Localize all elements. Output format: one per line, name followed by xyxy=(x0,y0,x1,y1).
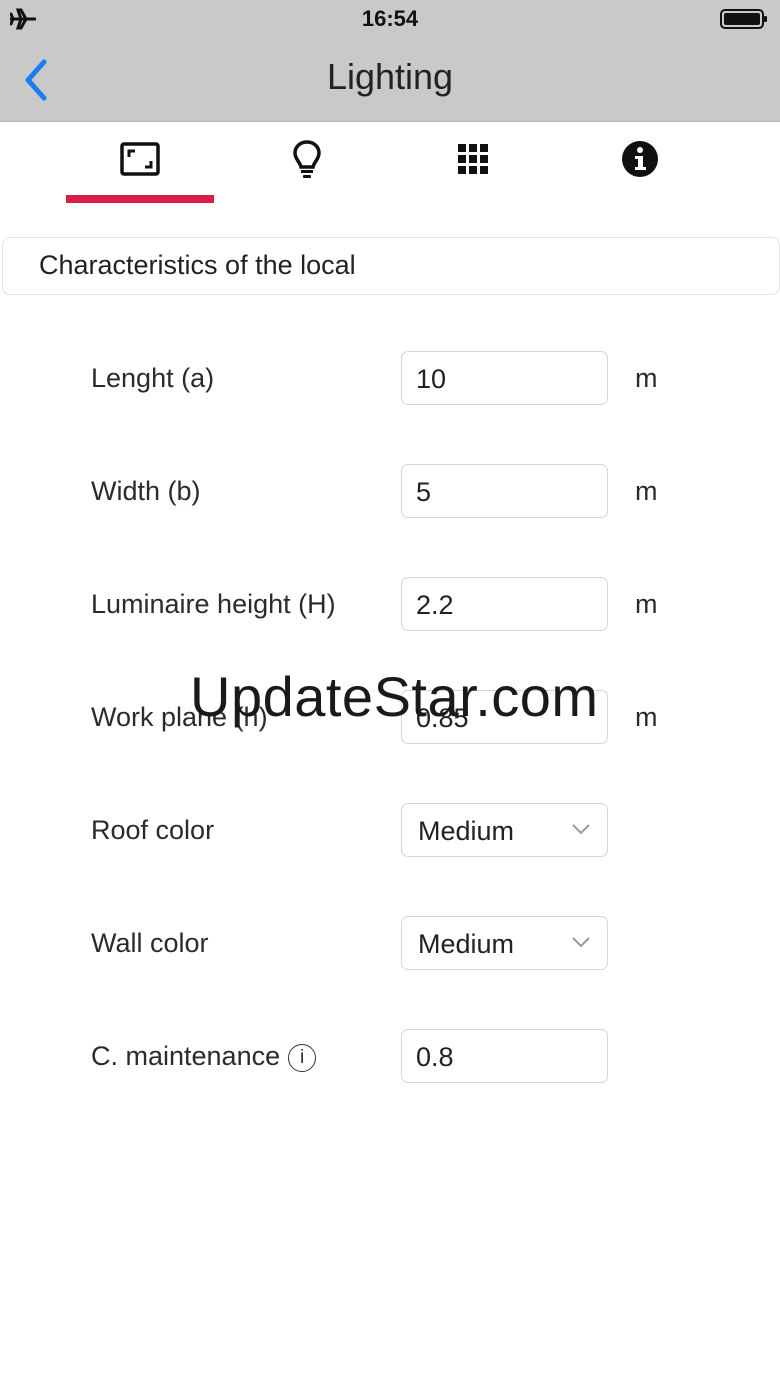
wall-color-select[interactable]: Medium xyxy=(401,916,608,970)
tab-luminaire[interactable] xyxy=(233,122,381,206)
width-value: 5 xyxy=(416,477,432,507)
tab-grid[interactable] xyxy=(399,122,547,206)
maintenance-info-icon[interactable]: i xyxy=(288,1043,317,1072)
length-input[interactable]: 10 xyxy=(401,351,608,405)
form-row-work-plane: Work plane (h) 0.85 m xyxy=(0,690,780,746)
battery-icon xyxy=(720,9,767,29)
form-row-width: Width (b) 5 m xyxy=(0,464,780,520)
work-plane-value: 0.85 xyxy=(416,703,469,733)
width-label: Width (b) xyxy=(91,476,201,506)
room-dimensions-icon xyxy=(120,142,160,176)
roof-color-select[interactable]: Medium xyxy=(401,803,608,857)
form-row-maintenance: C. maintenance i 0.8 xyxy=(0,1029,780,1085)
luminaire-height-value: 2.2 xyxy=(416,590,454,620)
form-row-luminaire-height: Luminaire height (H) 2.2 m xyxy=(0,577,780,633)
luminaire-height-unit: m xyxy=(635,589,658,619)
wall-color-value: Medium xyxy=(418,929,515,959)
navigation-bar: 16:54 Lighting xyxy=(0,0,780,122)
tab-room-dimensions[interactable] xyxy=(66,122,214,206)
maintenance-label: C. maintenance xyxy=(91,1041,281,1071)
section-header: Characteristics of the local xyxy=(2,237,780,295)
lightbulb-icon xyxy=(293,140,321,178)
wall-color-label: Wall color xyxy=(91,928,209,958)
roof-color-value: Medium xyxy=(418,816,515,846)
maintenance-label-group: C. maintenance i xyxy=(91,1041,317,1072)
roof-color-label: Roof color xyxy=(91,815,215,845)
grid-icon xyxy=(458,144,488,174)
info-icon xyxy=(622,141,658,177)
form-row-length: Lenght (a) 10 m xyxy=(0,351,780,407)
active-tab-indicator xyxy=(66,195,214,203)
maintenance-input[interactable]: 0.8 xyxy=(401,1029,608,1083)
luminaire-height-input[interactable]: 2.2 xyxy=(401,577,608,631)
section-title: Characteristics of the local xyxy=(39,250,356,280)
width-input[interactable]: 5 xyxy=(401,464,608,518)
maintenance-value: 0.8 xyxy=(416,1042,454,1072)
length-value: 10 xyxy=(416,364,447,394)
form-row-roof-color: Roof color Medium xyxy=(0,803,780,859)
width-unit: m xyxy=(635,476,658,506)
work-plane-input[interactable]: 0.85 xyxy=(401,690,608,744)
chevron-down-icon xyxy=(572,824,590,835)
length-unit: m xyxy=(635,363,658,393)
work-plane-label: Work plane (h) xyxy=(91,702,268,732)
tab-info[interactable] xyxy=(566,122,714,206)
chevron-down-icon xyxy=(572,937,590,948)
length-label: Lenght (a) xyxy=(91,363,215,393)
work-plane-unit: m xyxy=(635,702,658,732)
form-row-wall-color: Wall color Medium xyxy=(0,916,780,972)
status-time: 16:54 xyxy=(361,6,419,31)
page-title: Lighting xyxy=(326,56,454,97)
luminaire-height-label: Luminaire height (H) xyxy=(91,589,336,619)
